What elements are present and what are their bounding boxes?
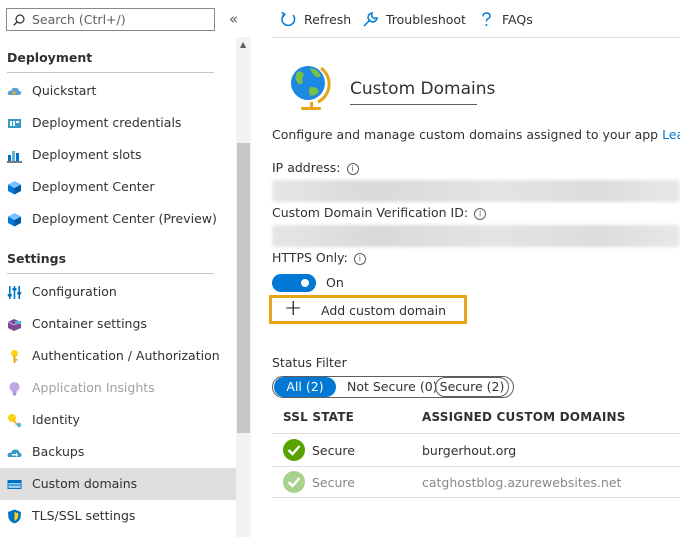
sidebar-item-quickstart[interactable]: Quickstart xyxy=(0,75,236,107)
ssl-state-cell: Secure xyxy=(312,475,355,490)
info-icon[interactable]: i xyxy=(474,208,487,220)
globe-icon xyxy=(291,66,331,110)
sidebar-item-label: Deployment Center xyxy=(32,179,155,194)
sidebar-item-backups[interactable]: Backups xyxy=(0,436,236,468)
sidebar-item-tls-ssl-settings[interactable]: TLS/SSL settings xyxy=(0,500,236,532)
sidebar-item-custom-domains[interactable]: Custom domains xyxy=(0,468,236,500)
toolbar-divider xyxy=(272,37,680,38)
sidebar: Search (Ctrl+/) « Deployment Quickstart … xyxy=(0,0,252,537)
domain-icon xyxy=(7,480,22,489)
cloud-backup-icon xyxy=(7,449,22,457)
sidebar-item-configuration[interactable]: Configuration xyxy=(0,276,236,308)
filter-all-button[interactable]: All (2) xyxy=(274,377,336,397)
learn-more-link[interactable]: Lea xyxy=(662,127,680,142)
sidebar-scrollbar-thumb[interactable] xyxy=(237,143,250,433)
troubleshoot-label: Troubleshoot xyxy=(386,12,466,27)
info-icon[interactable]: i xyxy=(346,163,359,175)
verification-id-label: Custom Domain Verification ID: i xyxy=(272,205,487,220)
domain-cell: catghostblog.azurewebsites.net xyxy=(422,475,622,490)
sidebar-item-label: Container settings xyxy=(32,316,147,331)
toggle-knob xyxy=(301,279,309,287)
search-icon xyxy=(13,14,25,26)
ip-address-value-redacted xyxy=(272,180,680,202)
https-only-state: On xyxy=(326,275,344,290)
description-text: Configure and manage custom domains assi… xyxy=(272,127,659,142)
sidebar-item-label: Identity xyxy=(32,412,80,427)
filter-not-secure-button[interactable]: Not Secure (0) xyxy=(347,377,438,397)
cloud-lightning-icon xyxy=(7,87,22,97)
add-custom-domain-label: Add custom domain xyxy=(321,303,446,318)
column-header-ssl-state[interactable]: SSL STATE xyxy=(283,410,354,424)
sidebar-item-label: Deployment Center (Preview) xyxy=(32,211,217,226)
ip-address-label: IP address: i xyxy=(272,160,359,175)
status-filter-group: All (2) Not Secure (0) Secure (2) xyxy=(272,376,514,398)
refresh-label: Refresh xyxy=(304,12,352,27)
https-only-label: HTTPS Only: i xyxy=(272,250,366,265)
table-row-divider xyxy=(272,497,680,498)
container-icon xyxy=(7,319,22,331)
section-divider xyxy=(7,72,214,73)
key-icon xyxy=(11,350,18,363)
https-only-toggle[interactable] xyxy=(272,274,316,292)
status-filter-label: Status Filter xyxy=(272,355,347,370)
refresh-button[interactable]: Refresh xyxy=(280,10,352,30)
search-placeholder: Search (Ctrl+/) xyxy=(32,12,126,27)
sidebar-item-label: Deployment slots xyxy=(32,147,142,162)
secure-check-icon xyxy=(283,471,305,493)
lightbulb-icon xyxy=(9,382,20,396)
question-mark-icon xyxy=(482,12,491,26)
plus-icon: + xyxy=(284,296,303,321)
info-icon[interactable]: i xyxy=(353,253,366,265)
shield-icon xyxy=(8,509,21,524)
sidebar-item-deployment-credentials[interactable]: Deployment credentials xyxy=(0,107,236,139)
sidebar-item-label: Authentication / Authorization xyxy=(32,348,220,363)
search-input[interactable]: Search (Ctrl+/) xyxy=(6,8,215,31)
troubleshoot-button[interactable]: Troubleshoot xyxy=(362,10,466,30)
sidebar-item-label: Custom domains xyxy=(32,476,138,491)
cube-icon xyxy=(8,181,21,195)
section-divider xyxy=(7,273,214,274)
sidebar-item-label: Application Insights xyxy=(32,380,155,395)
faqs-label: FAQs xyxy=(502,12,533,27)
sidebar-item-application-insights: Application Insights xyxy=(0,372,236,404)
sidebar-item-deployment-center-preview[interactable]: Deployment Center (Preview) xyxy=(0,203,236,235)
section-title-settings: Settings xyxy=(7,251,67,266)
sidebar-item-authentication[interactable]: Authentication / Authorization xyxy=(0,340,236,372)
domain-cell: burgerhout.org xyxy=(422,443,517,458)
sidebar-item-label: Backups xyxy=(32,444,85,459)
table-header-divider xyxy=(272,433,680,434)
title-underline xyxy=(350,104,477,105)
slots-icon xyxy=(7,151,22,163)
credentials-icon xyxy=(8,119,21,128)
column-header-assigned-domains[interactable]: ASSIGNED CUSTOM DOMAINS xyxy=(422,410,626,424)
cube-icon xyxy=(8,213,21,227)
sidebar-item-label: Quickstart xyxy=(32,83,97,98)
verification-id-value-redacted xyxy=(272,225,680,247)
scroll-up-arrow-icon[interactable]: ▲ xyxy=(240,40,246,49)
sidebar-item-identity[interactable]: Identity xyxy=(0,404,236,436)
secure-check-icon xyxy=(283,439,305,461)
add-custom-domain-button[interactable]: + Add custom domain xyxy=(269,295,467,324)
ssl-state-cell: Secure xyxy=(312,443,355,458)
table-row-divider xyxy=(272,466,680,467)
identity-key-icon xyxy=(8,414,22,428)
verification-id-label-text: Custom Domain Verification ID: xyxy=(272,205,469,220)
section-title-deployment: Deployment xyxy=(7,50,93,65)
refresh-icon xyxy=(281,11,296,27)
page-title: Custom Domains xyxy=(350,79,496,99)
collapse-sidebar-button[interactable]: « xyxy=(229,10,238,28)
https-only-label-text: HTTPS Only: xyxy=(272,250,348,265)
sidebar-item-deployment-center[interactable]: Deployment Center xyxy=(0,171,236,203)
sidebar-item-label: Configuration xyxy=(32,284,117,299)
wrench-icon xyxy=(363,12,378,27)
sliders-icon xyxy=(7,286,22,299)
page-description: Configure and manage custom domains assi… xyxy=(272,127,680,142)
faqs-button[interactable]: FAQs xyxy=(478,10,536,30)
ip-address-label-text: IP address: xyxy=(272,160,341,175)
sidebar-item-container-settings[interactable]: Container settings xyxy=(0,308,236,340)
sidebar-item-deployment-slots[interactable]: Deployment slots xyxy=(0,139,236,171)
sidebar-item-label: TLS/SSL settings xyxy=(32,508,136,523)
sidebar-item-label: Deployment credentials xyxy=(32,115,182,130)
filter-secure-button[interactable]: Secure (2) xyxy=(435,377,509,397)
